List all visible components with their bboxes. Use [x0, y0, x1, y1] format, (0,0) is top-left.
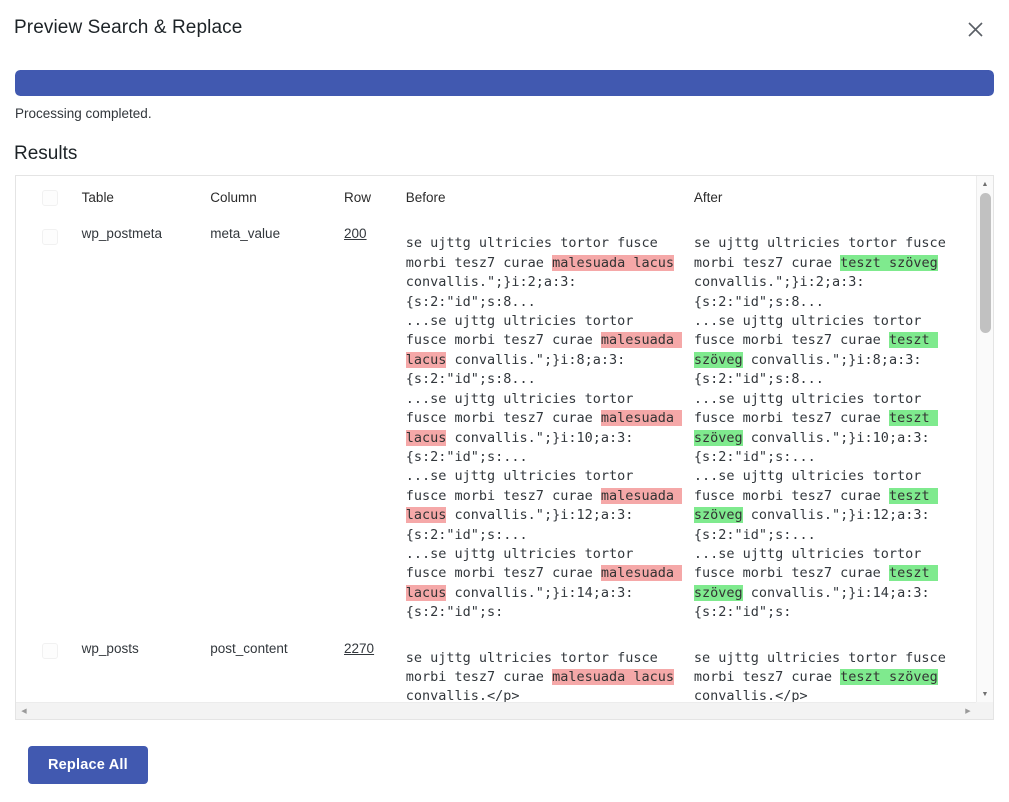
table-row: wp_postmeta meta_value 200 se ujttg ultrici…	[16, 218, 976, 633]
column-header-before[interactable]: Before	[399, 176, 688, 219]
status-text: Processing completed.	[15, 106, 152, 121]
row-select-cell	[16, 218, 76, 633]
cell-table-name: wp_postmeta	[75, 218, 205, 633]
row-checkbox[interactable]	[42, 228, 58, 245]
horizontal-scrollbar[interactable]: ◀ ▶	[16, 702, 976, 719]
removed-text-highlight: malesuada lacus	[552, 668, 674, 685]
preview-search-replace-dialog: Preview Search & Replace Processing comp…	[0, 0, 1009, 802]
cell-before-text: se ujttg ultricies tortor fusce morbi te…	[399, 632, 688, 702]
results-heading: Results	[14, 143, 78, 164]
dialog-title: Preview Search & Replace	[14, 17, 243, 38]
results-table-body: wp_postmeta meta_value 200 se ujttg ultrici…	[16, 218, 976, 702]
table-row: wp_posts post_content 2270 se ujttg ultrici…	[16, 632, 976, 702]
scrollbar-corner	[976, 702, 993, 719]
removed-text-highlight: malesuada lacus	[405, 410, 683, 446]
row-id-link[interactable]: 200	[344, 226, 367, 241]
removed-text-highlight: malesuada lacus	[405, 332, 683, 368]
cell-column-name: meta_value	[204, 218, 339, 633]
progress-bar-fill	[15, 70, 994, 96]
row-checkbox[interactable]	[42, 643, 58, 659]
close-icon	[967, 21, 984, 38]
close-button[interactable]	[961, 15, 989, 43]
scroll-right-arrow-icon[interactable]: ▶	[960, 707, 976, 715]
vertical-scrollbar-thumb[interactable]	[980, 193, 991, 333]
cell-before-text: se ujttg ultricies tortor fusce morbi te…	[399, 218, 688, 633]
scroll-down-arrow-icon[interactable]: ▼	[977, 686, 993, 702]
select-all-header	[16, 176, 76, 219]
row-id-link[interactable]: 2270	[344, 641, 374, 656]
added-text-highlight: teszt szöveg	[693, 565, 938, 601]
cell-column-name: post_content	[204, 632, 339, 702]
column-header-column[interactable]: Column	[204, 176, 339, 219]
column-header-after[interactable]: After	[687, 176, 976, 219]
removed-text-highlight: malesuada lacus	[552, 254, 674, 271]
added-text-highlight: teszt szöveg	[693, 410, 938, 446]
dialog-footer: Replace All	[0, 720, 1009, 784]
column-header-row[interactable]: Row	[338, 176, 400, 219]
scroll-up-arrow-icon[interactable]: ▲	[977, 176, 993, 192]
results-table: Table Column Row Before After wp_postmet…	[16, 176, 976, 702]
dialog-header: Preview Search & Replace	[0, 0, 1009, 56]
replace-all-button[interactable]: Replace All	[28, 746, 148, 784]
cell-row-id: 200	[338, 218, 400, 633]
column-header-table[interactable]: Table	[75, 176, 205, 219]
added-text-highlight: teszt szöveg	[693, 487, 938, 524]
added-text-highlight: teszt szöveg	[840, 254, 938, 271]
scroll-left-arrow-icon[interactable]: ◀	[16, 707, 32, 715]
table-header-row: Table Column Row Before After	[16, 176, 976, 219]
cell-row-id: 2270	[338, 632, 400, 702]
progress-bar-track	[15, 70, 994, 96]
cell-table-name: wp_posts	[75, 632, 205, 702]
vertical-scrollbar[interactable]: ▲ ▼	[976, 176, 993, 702]
cell-after-text: se ujttg ultricies tortor fusce morbi te…	[687, 218, 976, 633]
removed-text-highlight: malesuada lacus	[405, 487, 683, 524]
row-select-cell	[16, 632, 76, 702]
results-table-container: Table Column Row Before After wp_postmet…	[15, 175, 994, 720]
added-text-highlight: teszt szöveg	[840, 668, 938, 685]
removed-text-highlight: malesuada lacus	[405, 565, 683, 601]
results-table-viewport: Table Column Row Before After wp_postmet…	[16, 176, 976, 702]
cell-after-text: se ujttg ultricies tortor fusce morbi te…	[687, 632, 976, 702]
select-all-checkbox[interactable]	[42, 190, 58, 207]
added-text-highlight: teszt szöveg	[693, 332, 938, 368]
